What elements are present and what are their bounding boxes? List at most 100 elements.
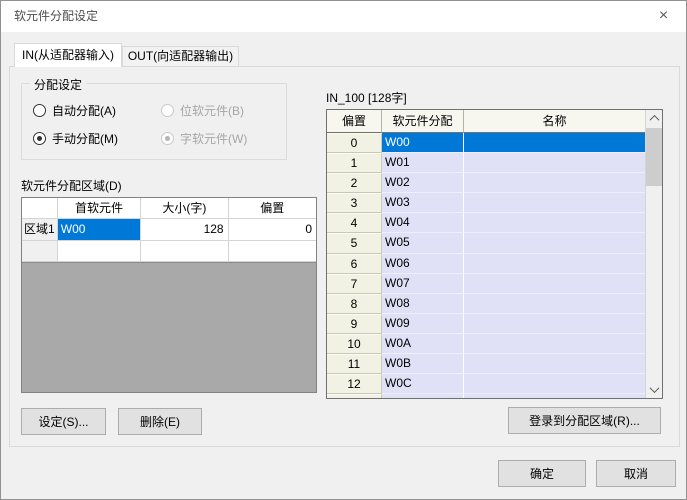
area-header-corner [22, 198, 58, 219]
row-name-cell[interactable] [464, 153, 645, 173]
radio-icon [161, 104, 174, 117]
radio-label: 手动分配(M) [52, 130, 118, 147]
device-grid-row[interactable]: 11W0B [327, 354, 645, 374]
row-offset-cell[interactable]: 4 [327, 213, 382, 233]
row-name-cell[interactable] [464, 254, 645, 274]
area-row-offset-cell[interactable] [229, 241, 316, 262]
device-grid-row[interactable]: 10W0A [327, 334, 645, 354]
row-device-cell[interactable]: W06 [382, 254, 464, 274]
row-name-cell[interactable] [464, 294, 645, 314]
row-name-cell[interactable] [464, 394, 645, 398]
device-grid-row[interactable]: 3W03 [327, 193, 645, 213]
row-device-cell[interactable]: W05 [382, 233, 464, 253]
row-name-cell[interactable] [464, 173, 645, 193]
device-grid-row[interactable]: 9W09 [327, 314, 645, 334]
device-grid-row[interactable]: 4W04 [327, 213, 645, 233]
area-row-device-cell[interactable] [58, 241, 141, 262]
row-device-cell[interactable]: W07 [382, 274, 464, 294]
radio-icon [33, 104, 46, 117]
row-name-cell[interactable] [464, 374, 645, 394]
chevron-up-icon [649, 115, 659, 125]
row-device-cell[interactable]: W0A [382, 334, 464, 354]
row-device-cell[interactable]: W03 [382, 193, 464, 213]
radio-manual-allocation[interactable]: 手动分配(M) [33, 130, 118, 147]
titlebar: 软元件分配设定 × [1, 1, 686, 32]
row-device-cell[interactable]: W0D [382, 394, 464, 398]
row-name-cell[interactable] [464, 334, 645, 354]
grid-header-device: 软元件分配 [382, 110, 464, 133]
row-device-cell[interactable]: W09 [382, 314, 464, 334]
area-header-size: 大小(字) [141, 198, 228, 219]
device-grid-row[interactable]: 13W0D [327, 394, 645, 398]
row-name-cell[interactable] [464, 274, 645, 294]
grid-header-offset: 偏置 [327, 110, 382, 133]
device-grid-row[interactable]: 0W00 [327, 133, 645, 153]
device-grid-row[interactable]: 5W05 [327, 233, 645, 253]
row-device-cell[interactable]: W0C [382, 374, 464, 394]
device-grid-row[interactable]: 12W0C [327, 374, 645, 394]
device-grid-row[interactable]: 8W08 [327, 294, 645, 314]
area-table-filler [22, 262, 316, 392]
device-grid-row[interactable]: 6W06 [327, 254, 645, 274]
scrollbar-down-icon[interactable] [646, 381, 662, 398]
row-device-cell[interactable]: W0B [382, 354, 464, 374]
row-device-cell[interactable]: W01 [382, 153, 464, 173]
device-allocation-dialog: 软元件分配设定 × IN(从适配器输入) OUT(向适配器输出) 分配设定 自动… [0, 0, 687, 500]
row-offset-cell[interactable]: 10 [327, 334, 382, 354]
row-name-cell[interactable] [464, 213, 645, 233]
area-row-size-cell[interactable] [141, 241, 228, 262]
device-grid-title: IN_100 [128字] [326, 89, 407, 106]
tab-in[interactable]: IN(从适配器输入) [14, 43, 122, 67]
row-offset-cell[interactable]: 1 [327, 153, 382, 173]
allocation-area-label: 软元件分配区域(D) [21, 177, 122, 194]
row-name-cell[interactable] [464, 133, 645, 153]
tab-out[interactable]: OUT(向适配器输出) [122, 46, 239, 66]
row-device-cell[interactable]: W02 [382, 173, 464, 193]
row-offset-cell[interactable]: 9 [327, 314, 382, 334]
row-offset-cell[interactable]: 5 [327, 233, 382, 253]
scrollbar-thumb[interactable] [646, 128, 662, 186]
register-to-area-button[interactable]: 登录到分配区域(R)... [508, 407, 661, 434]
device-grid: 偏置 软元件分配 名称 0W001W012W023W034W045W056W06… [326, 109, 663, 399]
row-offset-cell[interactable]: 2 [327, 173, 382, 193]
radio-bit-device: 位软元件(B) [161, 102, 244, 119]
row-name-cell[interactable] [464, 314, 645, 334]
grid-header-name: 名称 [464, 110, 645, 133]
cancel-button[interactable]: 取消 [596, 460, 676, 487]
row-offset-cell[interactable]: 12 [327, 374, 382, 394]
device-grid-row[interactable]: 2W02 [327, 173, 645, 193]
scrollbar-up-icon[interactable] [646, 110, 662, 127]
row-name-cell[interactable] [464, 233, 645, 253]
radio-auto-allocation[interactable]: 自动分配(A) [33, 102, 116, 119]
device-grid-body: 0W001W012W023W034W045W056W067W078W089W09… [327, 133, 645, 398]
vertical-scrollbar[interactable] [645, 110, 662, 398]
area-table-row-1[interactable]: 区域1 W00 128 0 [22, 219, 316, 241]
close-icon[interactable]: × [641, 1, 686, 32]
row-device-cell[interactable]: W08 [382, 294, 464, 314]
row-offset-cell[interactable]: 13 [327, 394, 382, 398]
area-table-row-2[interactable] [22, 241, 316, 262]
area-row-name [22, 241, 58, 262]
radio-label: 字软元件(W) [180, 130, 247, 147]
device-grid-header: 偏置 软元件分配 名称 [327, 110, 645, 133]
device-grid-row[interactable]: 1W01 [327, 153, 645, 173]
area-table-header-row: 首软元件 大小(字) 偏置 [22, 198, 316, 219]
row-device-cell[interactable]: W04 [382, 213, 464, 233]
row-offset-cell[interactable]: 0 [327, 133, 382, 153]
device-grid-row[interactable]: 7W07 [327, 274, 645, 294]
area-header-device: 首软元件 [58, 198, 141, 219]
area-row-device-cell[interactable]: W00 [58, 219, 141, 241]
row-offset-cell[interactable]: 11 [327, 354, 382, 374]
row-name-cell[interactable] [464, 193, 645, 213]
ok-button[interactable]: 确定 [498, 460, 586, 487]
set-button[interactable]: 设定(S)... [21, 408, 106, 435]
row-offset-cell[interactable]: 7 [327, 274, 382, 294]
row-device-cell[interactable]: W00 [382, 133, 464, 153]
area-row-offset-cell[interactable]: 0 [229, 219, 316, 241]
area-row-size-cell[interactable]: 128 [141, 219, 228, 241]
row-offset-cell[interactable]: 6 [327, 254, 382, 274]
row-offset-cell[interactable]: 3 [327, 193, 382, 213]
row-name-cell[interactable] [464, 354, 645, 374]
row-offset-cell[interactable]: 8 [327, 294, 382, 314]
delete-button[interactable]: 删除(E) [118, 408, 202, 435]
